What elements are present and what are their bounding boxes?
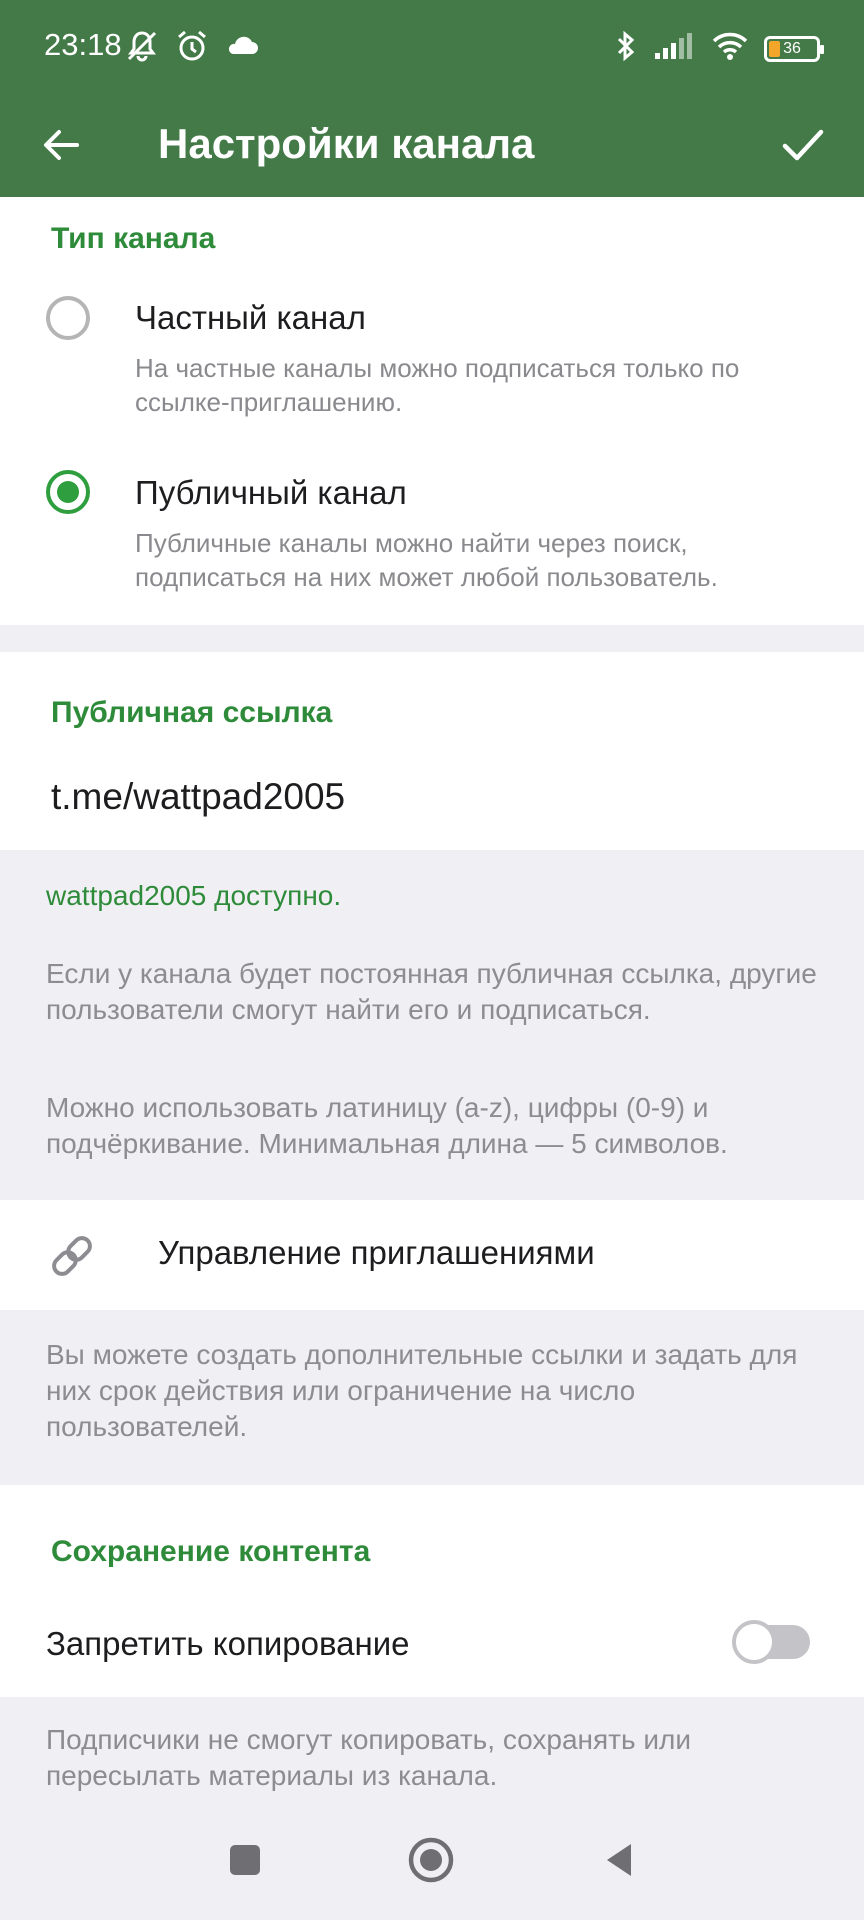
cloud-icon — [224, 28, 260, 69]
status-bar: 23:18 36 — [0, 0, 864, 92]
screen: 23:18 36 Настройки канала Тип канала Час… — [0, 0, 864, 1920]
status-icons-right: 36 — [614, 28, 824, 69]
system-back-button[interactable] — [594, 1835, 644, 1885]
top-bar: 23:18 36 Настройки канала — [0, 0, 864, 197]
public-channel-label: Публичный канал — [135, 474, 407, 511]
public-link-rules: Можно использовать латиницу (a-z), цифры… — [46, 1092, 728, 1159]
signal-icon — [654, 31, 696, 66]
availability-status: wattpad2005 доступно. — [46, 880, 342, 911]
channel-type-card: Тип канала Частный канал На частные кана… — [0, 197, 864, 625]
public-channel-option[interactable]: Публичный канал Публичные каналы можно н… — [0, 452, 864, 622]
invites-info: Вы можете создать дополнительные ссылки … — [46, 1339, 798, 1442]
status-time: 23:18 — [44, 27, 122, 62]
content-protection-title: Сохранение контента — [51, 1535, 371, 1568]
checkmark-icon — [782, 129, 824, 161]
manage-invites-row[interactable]: Управление приглашениями — [0, 1200, 864, 1310]
status-icons-left — [124, 28, 260, 69]
back-button[interactable] — [30, 114, 92, 176]
home-circle-icon — [408, 1837, 454, 1883]
private-channel-label: Частный канал — [135, 299, 366, 336]
arrow-left-icon — [44, 130, 79, 160]
private-channel-description: На частные каналы можно подписаться толь… — [135, 353, 740, 417]
content-protection-card: Сохранение контента Запретить копировани… — [0, 1485, 864, 1697]
private-channel-option[interactable]: Частный канал На частные каналы можно по… — [0, 277, 864, 447]
alarm-icon — [174, 28, 210, 69]
channel-type-title: Тип канала — [51, 222, 216, 255]
recents-square-icon — [230, 1845, 260, 1875]
radio-private[interactable] — [46, 296, 90, 340]
public-link-card: Публичная ссылка t.me/wattpad2005 — [0, 652, 864, 850]
restrict-copy-toggle[interactable] — [732, 1620, 810, 1664]
public-link-title: Публичная ссылка — [51, 696, 333, 729]
manage-invites-label: Управление приглашениями — [158, 1234, 595, 1271]
recents-button[interactable] — [220, 1835, 270, 1885]
done-button[interactable] — [772, 114, 834, 176]
public-channel-description: Публичные каналы можно найти через поиск… — [135, 528, 718, 592]
back-triangle-icon — [607, 1844, 631, 1876]
toggle-knob — [732, 1620, 776, 1664]
restrict-copy-label: Запретить копирование — [46, 1625, 410, 1662]
system-nav-bar — [0, 1795, 864, 1920]
page-title: Настройки канала — [158, 120, 535, 167]
bluetooth-icon — [614, 28, 638, 69]
mute-alert-icon — [124, 28, 160, 69]
link-icon — [46, 1230, 98, 1282]
radio-public[interactable] — [46, 470, 90, 514]
public-link-info: Если у канала будет постоянная публичная… — [46, 958, 817, 1025]
home-button[interactable] — [406, 1835, 456, 1885]
content-protection-info: Подписчики не смогут копировать, сохраня… — [46, 1724, 691, 1791]
battery-icon: 36 — [764, 35, 824, 62]
battery-level: 36 — [783, 39, 801, 57]
public-link-input[interactable]: t.me/wattpad2005 — [51, 776, 345, 818]
wifi-icon — [712, 31, 748, 66]
app-bar: Настройки канала — [0, 92, 864, 197]
